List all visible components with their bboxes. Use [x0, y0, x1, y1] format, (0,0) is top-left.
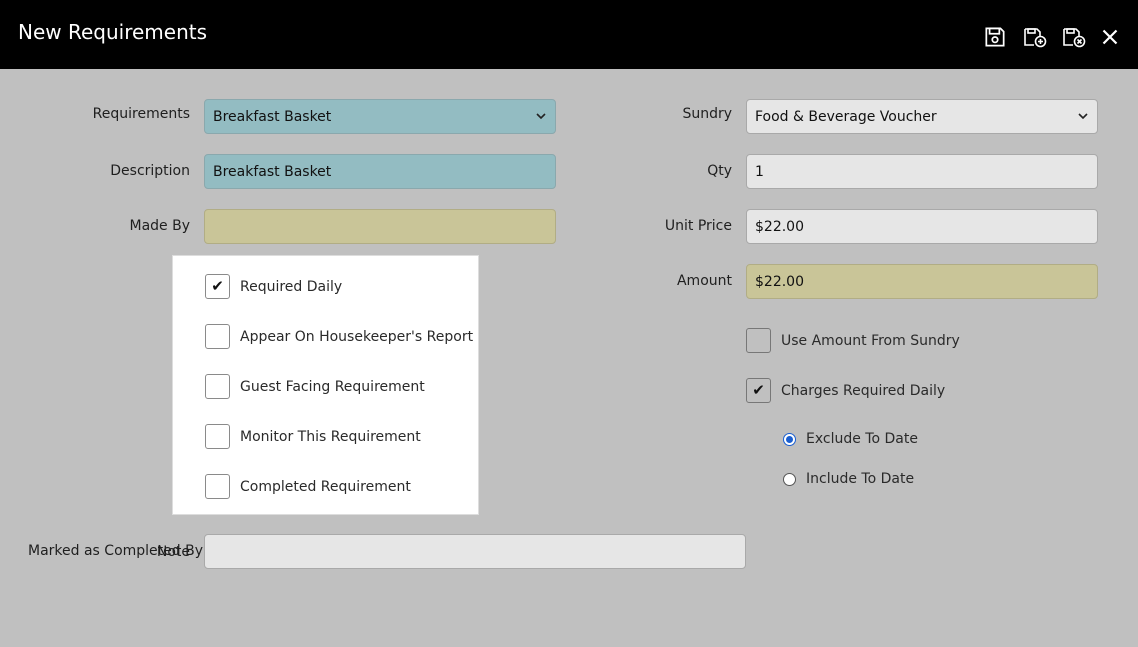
- note-label: Note: [156, 544, 190, 560]
- checkbox[interactable]: [746, 328, 771, 353]
- checkbox-label: Use Amount From Sundry: [781, 332, 960, 349]
- sundry-value: Food & Beverage Voucher: [755, 108, 937, 125]
- sundry-label: Sundry: [682, 106, 732, 122]
- checkmark-icon: ✔: [752, 381, 765, 399]
- qty-value: 1: [755, 163, 764, 180]
- save-and-close-icon: [1063, 28, 1086, 48]
- guest-facing-requirement-checkbox[interactable]: Guest Facing Requirement: [205, 374, 425, 399]
- close-button[interactable]: [1095, 22, 1125, 52]
- made-by-label: Made By: [129, 218, 191, 234]
- radio-button[interactable]: [783, 432, 796, 446]
- note-input[interactable]: [204, 534, 746, 569]
- checkbox-label: Guest Facing Requirement: [240, 378, 425, 395]
- monitor-this-requirement-checkbox[interactable]: Monitor This Requirement: [205, 424, 421, 449]
- close-icon: [1102, 29, 1118, 45]
- description-input[interactable]: Breakfast Basket: [204, 154, 556, 189]
- checkbox[interactable]: [205, 424, 230, 449]
- radio-label: Exclude To Date: [806, 431, 918, 447]
- amount-value: $22.00: [755, 273, 804, 290]
- checkmark-icon: ✔: [211, 277, 224, 295]
- amount-input[interactable]: $22.00: [746, 264, 1098, 299]
- unit-price-value: $22.00: [755, 218, 804, 235]
- window-title: New Requirements: [18, 20, 208, 44]
- save-and-close-button[interactable]: [1059, 22, 1089, 52]
- chevron-down-icon: [536, 113, 546, 120]
- amount-label: Amount: [676, 273, 732, 289]
- save-icon: [985, 27, 1005, 47]
- description-value: Breakfast Basket: [213, 163, 332, 180]
- requirement-options-panel: ✔ Required Daily Appear On Housekeeper's…: [172, 255, 479, 515]
- required-daily-checkbox[interactable]: ✔ Required Daily: [205, 274, 342, 299]
- checkbox[interactable]: [205, 474, 230, 499]
- save-and-new-icon: [1024, 28, 1047, 48]
- qty-input[interactable]: 1: [746, 154, 1098, 189]
- sundry-select[interactable]: Food & Beverage Voucher: [746, 99, 1098, 134]
- exclude-to-date-radio[interactable]: Exclude To Date: [783, 431, 918, 447]
- checkbox[interactable]: [205, 324, 230, 349]
- use-amount-from-sundry-checkbox[interactable]: Use Amount From Sundry: [746, 328, 960, 353]
- requirements-label: Requirements: [92, 106, 190, 122]
- completed-requirement-checkbox[interactable]: Completed Requirement: [205, 474, 411, 499]
- radio-label: Include To Date: [806, 471, 915, 487]
- checkbox-label: Appear On Housekeeper's Report: [240, 328, 474, 345]
- checkbox-label: Completed Requirement: [240, 478, 411, 495]
- charges-required-daily-checkbox[interactable]: ✔ Charges Required Daily: [746, 378, 945, 403]
- unit-price-label: Unit Price: [664, 218, 732, 234]
- description-label: Description: [110, 163, 190, 179]
- qty-label: Qty: [707, 163, 732, 179]
- made-by-input[interactable]: [204, 209, 556, 244]
- checkbox[interactable]: [205, 374, 230, 399]
- save-button[interactable]: [980, 22, 1010, 52]
- chevron-down-icon: [1078, 113, 1088, 120]
- checkbox-label: Monitor This Requirement: [240, 428, 421, 445]
- unit-price-input[interactable]: $22.00: [746, 209, 1098, 244]
- checkbox[interactable]: ✔: [205, 274, 230, 299]
- save-and-new-button[interactable]: [1020, 22, 1050, 52]
- radio-dot: [786, 435, 793, 443]
- requirements-value: Breakfast Basket: [213, 108, 332, 125]
- radio-button[interactable]: [783, 472, 796, 486]
- title-bar: New Requirements: [0, 0, 1138, 69]
- checkbox[interactable]: ✔: [746, 378, 771, 403]
- include-to-date-radio[interactable]: Include To Date: [783, 471, 914, 487]
- appear-on-housekeepers-report-checkbox[interactable]: Appear On Housekeeper's Report: [205, 324, 473, 349]
- checkbox-label: Required Daily: [240, 278, 343, 295]
- requirements-select[interactable]: Breakfast Basket: [204, 99, 556, 134]
- checkbox-label: Charges Required Daily: [781, 382, 946, 399]
